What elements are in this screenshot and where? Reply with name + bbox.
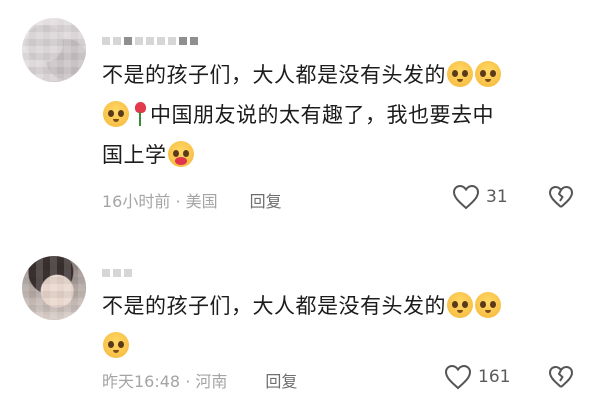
username-redacted[interactable]: [102, 262, 135, 277]
username-redacted[interactable]: [102, 30, 201, 45]
reply-button[interactable]: 回复: [265, 372, 297, 391]
timestamp-location: 16小时前 · 美国: [102, 192, 218, 211]
like-count: 31: [486, 187, 508, 207]
heart-outline-icon: [452, 184, 480, 210]
comment-meta: 16小时前 · 美国 回复: [102, 188, 282, 212]
reply-button[interactable]: 回复: [250, 192, 282, 211]
dislike-button[interactable]: [548, 185, 574, 213]
comment-line: 国上学: [102, 143, 167, 167]
broken-heart-outline-icon: [549, 365, 574, 388]
like-button[interactable]: 31: [452, 184, 508, 210]
pleading-face-emoji: [103, 332, 129, 358]
dislike-button[interactable]: [548, 365, 574, 393]
broken-heart-outline-icon: [549, 185, 574, 208]
comment-item: 不是的孩子们，大人都是没有头发的 昨天16:48 · 河南 回复 161: [0, 240, 600, 414]
like-button[interactable]: 161: [444, 364, 510, 390]
pleading-face-emoji: [103, 101, 129, 127]
pleading-face-emoji: [475, 292, 501, 318]
like-count: 161: [478, 367, 511, 387]
face-holding-heart-emoji: [167, 141, 194, 167]
avatar[interactable]: [22, 256, 86, 320]
comment-text: 不是的孩子们，大人都是没有头发的: [102, 286, 582, 366]
comment-line: 不是的孩子们，大人都是没有头发的: [102, 63, 446, 87]
comment-item: 不是的孩子们，大人都是没有头发的 中国朋友说的太有趣了，我也要去中 国上学 16…: [0, 0, 600, 230]
comment-line: 中国朋友说的太有趣了，我也要去中: [150, 103, 494, 127]
comment-line: 不是的孩子们，大人都是没有头发的: [102, 294, 446, 318]
pleading-face-emoji: [447, 292, 473, 318]
avatar[interactable]: [22, 18, 86, 82]
comment-meta: 昨天16:48 · 河南 回复: [102, 368, 297, 392]
timestamp-location: 昨天16:48 · 河南: [102, 372, 228, 391]
comment-text: 不是的孩子们，大人都是没有头发的 中国朋友说的太有趣了，我也要去中 国上学: [102, 55, 582, 175]
pleading-face-emoji: [475, 61, 501, 87]
heart-outline-icon: [444, 364, 472, 390]
pleading-face-emoji: [447, 61, 473, 87]
rose-emoji: [132, 101, 148, 127]
